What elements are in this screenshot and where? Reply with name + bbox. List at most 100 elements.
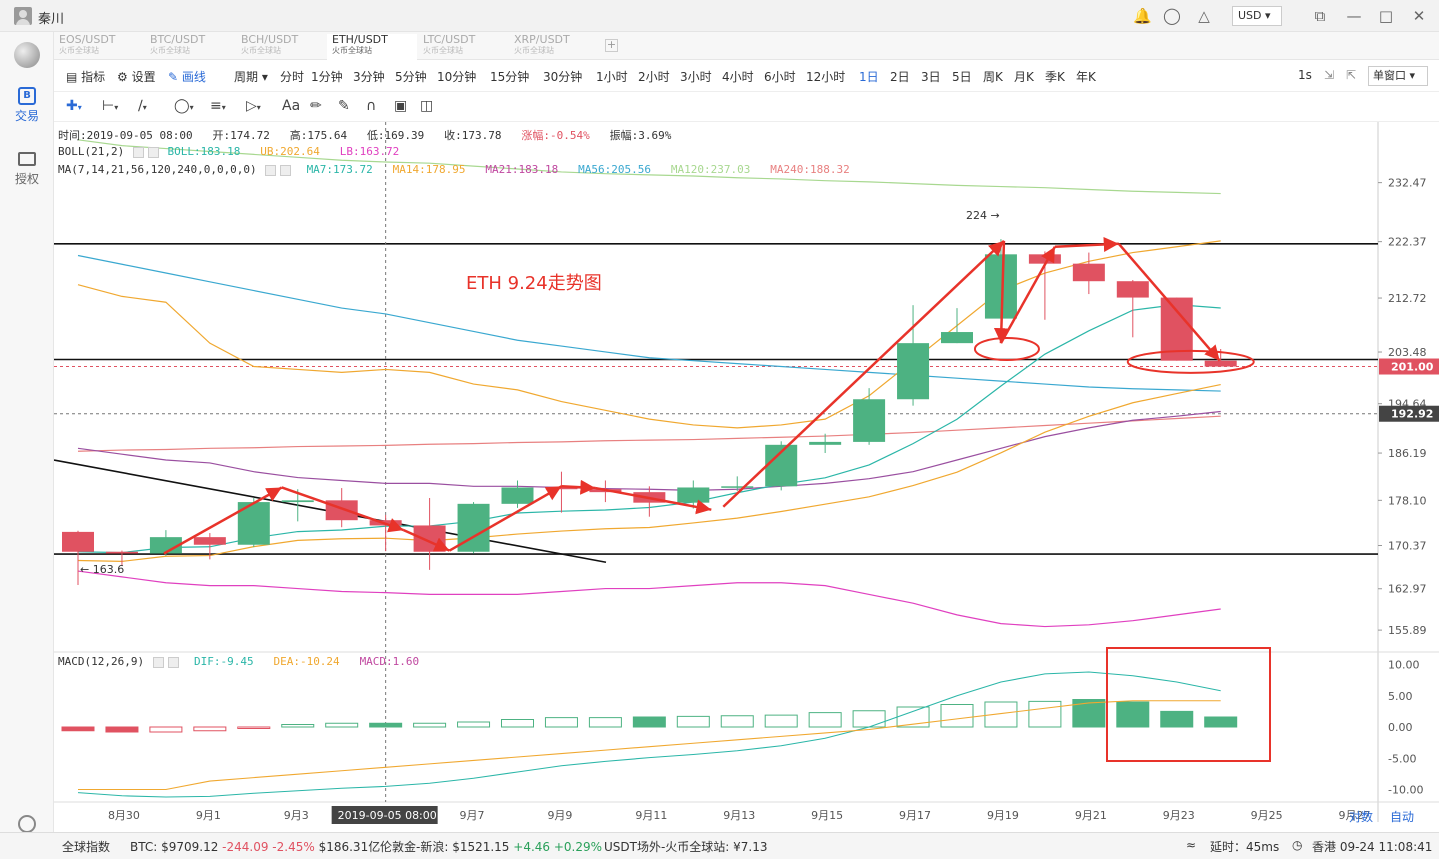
interval-label[interactable]: 1s <box>1298 68 1312 82</box>
chart-area[interactable]: 232.47 222.37 212.72 203.48 194.64 186.19 178.… <box>53 122 1439 832</box>
tab-xrp[interactable]: XRP/USDT 火币全球站 <box>509 34 599 60</box>
settings-button[interactable]: ⚙ 设置 <box>117 68 156 85</box>
minimize-icon[interactable]: — <box>1345 7 1363 25</box>
key-icon <box>18 152 36 166</box>
candle-body <box>1072 263 1105 282</box>
date-tick-label: 9月7 <box>460 809 485 822</box>
logo <box>14 42 40 68</box>
add-tab-button[interactable]: + <box>605 39 618 52</box>
macd-bar <box>720 715 754 728</box>
period-option[interactable]: 30分钟 <box>543 68 582 85</box>
trend-line-icon[interactable]: ∕▾ <box>138 98 147 114</box>
period-option[interactable]: 3分钟 <box>353 68 385 85</box>
date-tick-label: 9月17 <box>899 809 931 822</box>
macd-tick-label: 10.00 <box>1388 659 1420 672</box>
tab-eos[interactable]: EOS/USDT 火币全球站 <box>54 34 144 60</box>
auto-scale-button[interactable]: 自动 <box>1390 808 1414 825</box>
period-option[interactable]: 10分钟 <box>437 68 476 85</box>
period-option[interactable]: 3日 <box>921 68 941 85</box>
period-option[interactable]: 1小时 <box>596 68 628 85</box>
date-tick-label: 9月23 <box>1163 809 1195 822</box>
macd-close-icon[interactable] <box>167 656 179 668</box>
price-tick-label: 203.48 <box>1388 346 1427 359</box>
ma-close-icon[interactable] <box>280 164 292 176</box>
period-option[interactable]: 月K <box>1014 68 1034 85</box>
period-option[interactable]: 12小时 <box>806 68 845 85</box>
tab-btc[interactable]: BTC/USDT 火币全球站 <box>145 34 235 60</box>
period-option[interactable]: 4小时 <box>722 68 754 85</box>
macd-bar <box>1204 716 1238 728</box>
crosshair-icon[interactable]: ✚▾ <box>66 98 82 114</box>
period-option[interactable]: 分时 <box>280 68 304 85</box>
candlestick-chart[interactable]: 232.47222.37212.72203.48194.64186.19178.… <box>53 122 1439 832</box>
chat-icon[interactable]: ◯ <box>1163 7 1181 25</box>
period-option[interactable]: 2日 <box>890 68 910 85</box>
sidebar-item-auth[interactable]: 授权 <box>0 152 54 187</box>
window-mode-select[interactable]: 单窗口 ▾ <box>1368 66 1428 86</box>
macd-settings-icon[interactable] <box>152 656 164 668</box>
tab-ltc[interactable]: LTC/USDT 火币全球站 <box>418 34 508 60</box>
ma56-line <box>77 254 1221 392</box>
log-scale-button[interactable]: 对数 <box>1349 808 1373 825</box>
period-option[interactable]: 年K <box>1076 68 1096 85</box>
macd-bar <box>61 726 95 732</box>
avatar[interactable] <box>14 7 32 25</box>
price-tick-label: 155.89 <box>1388 624 1427 637</box>
high-annotation: 224 → <box>966 209 1000 222</box>
maximize-icon[interactable]: □ <box>1377 7 1395 25</box>
snapshot-icon[interactable]: ⇱ <box>1346 68 1356 82</box>
candle-body <box>105 551 138 554</box>
pattern-icon[interactable]: ▷▾ <box>246 98 261 114</box>
eraser-icon[interactable]: ✎ <box>338 98 350 114</box>
period-option[interactable]: 5日 <box>952 68 972 85</box>
info-amplitude: 振幅:3.69% <box>609 129 672 142</box>
date-tick-label: 9月11 <box>635 809 667 822</box>
period-option[interactable]: 季K <box>1045 68 1065 85</box>
period-option[interactable]: 1分钟 <box>311 68 343 85</box>
magnet-icon[interactable]: ∩ <box>366 98 376 114</box>
shirt-icon[interactable]: △ <box>1195 7 1213 25</box>
ruler-icon[interactable]: ✏ <box>310 98 322 114</box>
date-tick-label: 9月9 <box>547 809 572 822</box>
close-icon[interactable]: ✕ <box>1410 7 1428 25</box>
boll-settings-icon[interactable] <box>132 146 144 158</box>
candle-body <box>1116 281 1149 298</box>
period-option[interactable]: 6小时 <box>764 68 796 85</box>
circle-icon[interactable]: ◯▾ <box>174 98 194 114</box>
status-bar: 全球指数 BTC: $9709.12 -244.09 -2.45% $186.3… <box>0 832 1439 859</box>
text-tool[interactable]: Aa <box>282 98 300 114</box>
trash-icon[interactable]: ◫ <box>420 98 433 114</box>
ma21-line <box>77 410 1221 491</box>
boll-upper-line <box>77 240 1221 429</box>
period-dropdown[interactable]: 周期 ▾ <box>234 68 268 85</box>
price-tick-label: 162.97 <box>1388 583 1427 596</box>
draw-button[interactable]: ✎ 画线 <box>168 68 206 85</box>
macd-bar <box>544 717 578 728</box>
ma240-line <box>77 415 1221 452</box>
indicator-button[interactable]: ▤ 指标 <box>66 68 105 85</box>
price-tick-label: 232.47 <box>1388 177 1427 190</box>
tab-eth[interactable]: ETH/USDT 火币全球站 <box>327 34 417 60</box>
bell-icon[interactable]: 🔔 <box>1133 7 1152 25</box>
currency-select[interactable]: USD ▾ <box>1232 6 1282 26</box>
boll-close-icon[interactable] <box>147 146 159 158</box>
period-option[interactable]: 15分钟 <box>490 68 529 85</box>
sidebar-item-trade[interactable]: B 交易 <box>0 87 54 124</box>
candle-body <box>281 500 314 503</box>
period-option[interactable]: 周K <box>983 68 1003 85</box>
trend-arrow <box>561 479 596 495</box>
macd-bar <box>940 704 974 728</box>
period-option[interactable]: 1日 <box>859 68 879 85</box>
cursor-date-label: 2019-09-05 08:00:00 <box>338 809 455 822</box>
external-window-icon[interactable]: ⧉ <box>1311 7 1329 25</box>
fullscreen-icon[interactable]: ⇲ <box>1324 68 1334 82</box>
period-option[interactable]: 5分钟 <box>395 68 427 85</box>
tab-bch[interactable]: BCH/USDT 火币全球站 <box>236 34 326 60</box>
period-option[interactable]: 3小时 <box>680 68 712 85</box>
horizontal-line-icon[interactable]: ⊢▾ <box>102 98 118 114</box>
settings-gear-icon[interactable] <box>18 815 36 833</box>
period-option[interactable]: 2小时 <box>638 68 670 85</box>
fib-icon[interactable]: ≡▾ <box>210 98 226 114</box>
lock-icon[interactable]: ▣ <box>394 98 407 114</box>
ma-settings-icon[interactable] <box>265 164 277 176</box>
